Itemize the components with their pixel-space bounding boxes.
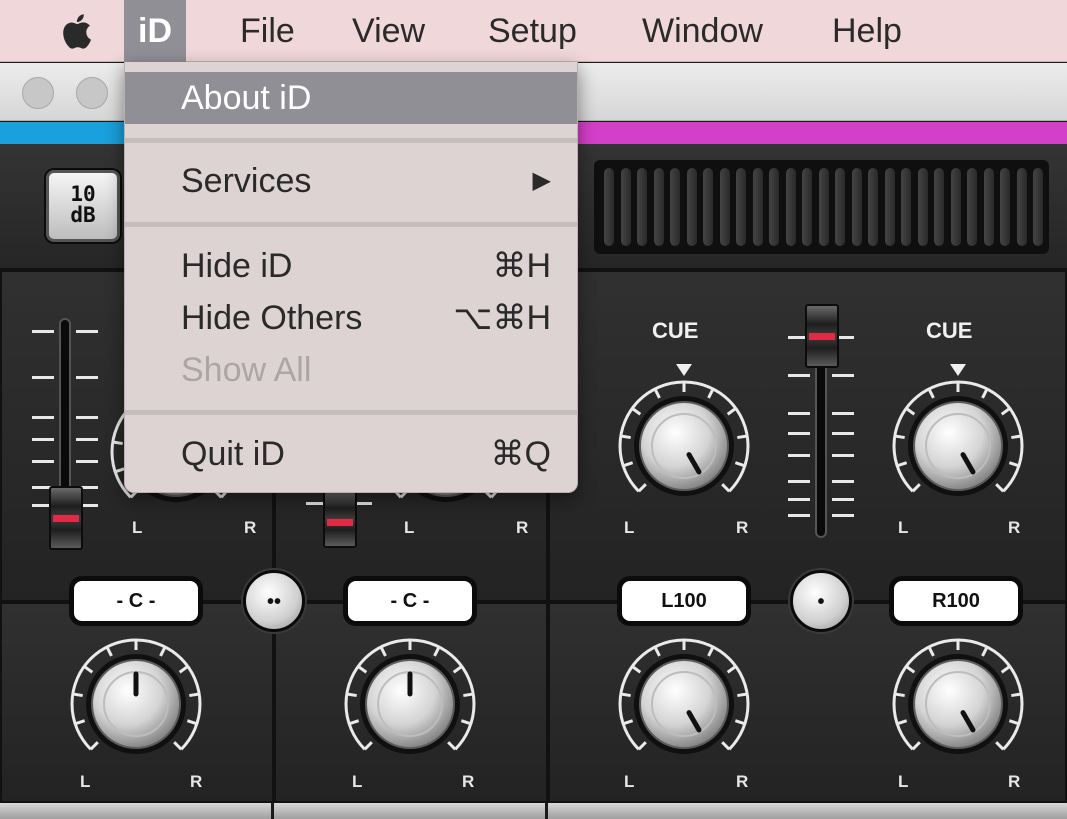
stereo-link-button-3-4[interactable]: • [790,570,852,632]
grille-slot [719,168,730,246]
grille-slot [736,168,746,246]
grille-slot [851,168,862,246]
pan-knob-1[interactable] [61,629,211,779]
knob-label-left: L [132,518,143,537]
menu-item-about-label: About iD [181,79,312,117]
shortcut-quit: ⌘Q [490,435,551,473]
stereo-link-button-1-2[interactable]: •• [243,570,305,632]
grille-slot [604,168,614,246]
knob-label-left: L [404,518,415,537]
menu-item-about[interactable]: About iD [125,72,577,124]
apple-icon[interactable] [56,12,96,50]
grille-slot [670,168,680,246]
minimize-window-button[interactable] [76,77,108,109]
knob-label-right: R [462,772,475,791]
grille-slot [884,168,895,246]
grille-slot [637,168,647,246]
menu-separator [125,138,577,143]
cue-label-4: CUE [926,318,973,343]
app-menu-dropdown: About iD Services ▶ Hide iD ⌘H Hide Othe… [124,62,578,493]
pan-knob-3[interactable] [609,629,759,779]
channel-footer-2 [274,803,548,819]
menu-item-hide-app[interactable]: Hide iD ⌘H [125,240,577,292]
menu-help[interactable]: Help [818,0,916,62]
grille-slot [835,168,845,246]
pan-display-3[interactable]: L100 [622,581,746,621]
knob-label-left: L [898,518,909,537]
grille-slot [653,168,664,246]
grille-slot [934,168,944,246]
menu-app[interactable]: iD [124,0,186,62]
cue-label-3: CUE [652,318,699,343]
channel-footer-3-4 [548,803,1067,819]
knob-label-left: L [898,772,909,791]
gain-knob-3[interactable] [609,371,759,521]
pan-knob-4[interactable] [883,629,1033,779]
menu-item-services-label: Services [181,162,312,200]
channel-footer-1 [0,803,274,819]
grille-slot [983,168,994,246]
grille-slot [1000,168,1010,246]
menu-item-hide-others[interactable]: Hide Others ⌥⌘H [125,292,577,344]
channel-color-stripe-pink [560,122,1067,144]
grille-slot [703,168,713,246]
knob-label-left: L [624,518,635,537]
menu-separator [125,410,577,415]
grille-slot [686,168,697,246]
menu-item-quit-label: Quit iD [181,435,285,473]
menu-window[interactable]: Window [628,0,777,62]
fader-track-3-4 [815,340,827,538]
menu-view[interactable]: View [338,0,439,62]
knob-label-left: L [80,772,91,791]
pad-unit: dB [70,203,96,227]
grille-slot [868,168,878,246]
fader-2[interactable] [323,490,357,548]
menu-separator [125,222,577,227]
knob-label-right: R [1008,518,1021,537]
pan-display-1[interactable]: - C - [74,581,198,621]
knob-label-right: R [244,518,257,537]
menu-setup[interactable]: Setup [474,0,591,62]
menu-item-show-all-label: Show All [181,351,312,389]
grille-slot [818,168,829,246]
menu-item-quit[interactable]: Quit iD ⌘Q [125,428,577,480]
menu-item-hide-others-label: Hide Others [181,299,363,337]
knob-label-right: R [190,772,203,791]
grille-slot [620,168,631,246]
close-window-button[interactable] [22,77,54,109]
grille-slot [901,168,911,246]
menu-file[interactable]: File [226,0,309,62]
knob-label-left: L [624,772,635,791]
knob-label-right: R [516,518,529,537]
grille-slot [1016,168,1027,246]
pad-value: 10 [70,182,96,206]
menu-bar: iD File View Setup Window Help [0,0,1067,62]
gain-knob-4[interactable] [883,371,1033,521]
grille-slot [785,168,796,246]
knob-label-left: L [352,772,363,791]
pan-display-2[interactable]: - C - [348,581,472,621]
fader-1[interactable] [49,486,83,550]
menu-item-hide-app-label: Hide iD [181,247,293,285]
knob-label-right: R [736,518,749,537]
fader-3-4[interactable] [805,304,839,368]
grille-slot [1033,168,1043,246]
knob-label-right: R [1008,772,1021,791]
grille-slot [950,168,961,246]
speaker-grille [594,160,1049,254]
pan-display-4[interactable]: R100 [894,581,1018,621]
pad-10db-button[interactable]: 10 dB [46,170,120,242]
shortcut-hide-others: ⌥⌘H [453,299,551,337]
grille-slot [802,168,812,246]
submenu-arrow-icon: ▶ [532,167,551,194]
knob-label-right: R [736,772,749,791]
menu-item-show-all: Show All [125,344,577,396]
grille-slot [752,168,763,246]
menu-item-services[interactable]: Services ▶ [125,155,577,207]
pan-knob-2[interactable] [335,629,485,779]
grille-slot [769,168,779,246]
grille-slot [967,168,977,246]
shortcut-hide-app: ⌘H [492,247,551,285]
grille-slot [917,168,928,246]
